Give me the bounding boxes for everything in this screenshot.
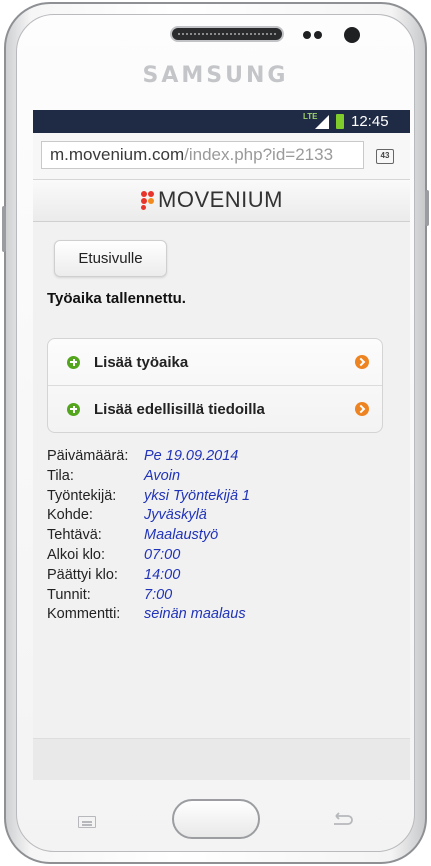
- plus-icon: [67, 355, 80, 369]
- detail-value: 07:00: [144, 546, 181, 563]
- detail-row-site: Kohde: Jyväskylä: [47, 506, 392, 526]
- page-footer: [33, 738, 410, 780]
- detail-row-employee: Työntekijä: yksi Työntekijä 1: [47, 487, 392, 507]
- plus-icon: [67, 402, 80, 416]
- status-bar: LTE 12:45: [33, 110, 410, 133]
- chevron-right-icon: [355, 355, 369, 369]
- action-label: Lisää edellisillä tiedoilla: [94, 400, 265, 418]
- detail-value: Pe 19.09.2014: [144, 448, 239, 464]
- worktime-details: Päivämäärä: Pe 19.09.2014 Tila: Avoin Työn…: [47, 447, 392, 625]
- device-brand: SAMSUNG: [142, 63, 289, 88]
- detail-label: Tehtävä:: [47, 527, 102, 544]
- detail-row-date: Päivämäärä: Pe 19.09.2014: [47, 447, 392, 467]
- volume-button: [2, 206, 6, 252]
- proximity-sensor-2: [314, 31, 322, 39]
- detail-value: yksi Työntekijä 1: [144, 487, 251, 504]
- detail-row-hours: Tunnit: 7:00: [47, 586, 392, 606]
- action-label: Lisää työaika: [94, 353, 189, 371]
- detail-label: Kohde:: [47, 507, 93, 524]
- proximity-sensor: [303, 31, 311, 39]
- detail-label: Kommentti:: [47, 606, 121, 623]
- detail-value: 7:00: [144, 586, 173, 603]
- add-with-previous-item[interactable]: Lisää edellisillä tiedoilla: [48, 385, 382, 432]
- front-camera: [344, 27, 360, 43]
- earpiece-speaker: [170, 26, 284, 42]
- detail-value: Avoin: [144, 467, 181, 484]
- action-list: Lisää työaika Lisää edellisillä tiedoill…: [47, 338, 383, 433]
- detail-row-start: Alkoi klo: 07:00: [47, 546, 392, 566]
- detail-row-task: Tehtävä: Maalaustyö: [47, 526, 392, 546]
- phone-screen: LTE 12:45 m.movenium.com/index.php?id=21…: [33, 110, 410, 780]
- detail-value: Jyväskylä: [144, 507, 207, 524]
- url-host: m.movenium.com: [50, 145, 185, 164]
- detail-label: Tila:: [47, 467, 74, 484]
- add-worktime-item[interactable]: Lisää työaika: [48, 339, 382, 385]
- address-bar[interactable]: m.movenium.com/index.php?id=2133: [41, 141, 364, 169]
- saved-message: Työaika tallennettu.: [47, 290, 186, 307]
- main-content: Etusivulle Työaika tallennettu. Lisää ty…: [33, 222, 410, 625]
- battery-icon: [336, 114, 344, 129]
- status-time: 12:45: [351, 113, 389, 130]
- menu-key-icon[interactable]: [78, 816, 96, 828]
- detail-row-comment: Kommentti: seinän maalaus: [47, 605, 392, 625]
- tabs-button[interactable]: 43: [376, 149, 394, 164]
- home-button[interactable]: Etusivulle: [54, 240, 167, 277]
- detail-value: Maalaustyö: [144, 527, 219, 544]
- power-button: [425, 190, 429, 226]
- detail-label: Päivämäärä:: [47, 448, 129, 464]
- back-key-icon[interactable]: [330, 812, 354, 828]
- detail-label: Alkoi klo:: [47, 546, 106, 563]
- home-key[interactable]: [172, 799, 260, 839]
- detail-row-status: Tila: Avoin: [47, 467, 392, 487]
- detail-value: 14:00: [144, 566, 181, 583]
- detail-label: Päättyi klo:: [47, 566, 118, 583]
- detail-row-end: Päättyi klo: 14:00: [47, 566, 392, 586]
- detail-label: Tunnit:: [47, 586, 91, 603]
- detail-label: Työntekijä:: [47, 487, 117, 504]
- chevron-right-icon: [355, 402, 369, 416]
- logo-text: MOVENIUM: [158, 187, 283, 212]
- signal-icon: [315, 115, 329, 129]
- url-path: /index.php?id=2133: [184, 145, 334, 164]
- detail-value: seinän maalaus: [144, 606, 246, 623]
- movenium-logo[interactable]: MOVENIUM: [141, 187, 283, 213]
- logo-mark-icon: [141, 190, 155, 210]
- app-header: MOVENIUM: [33, 180, 410, 222]
- browser-toolbar: m.movenium.com/index.php?id=2133 43: [33, 133, 410, 180]
